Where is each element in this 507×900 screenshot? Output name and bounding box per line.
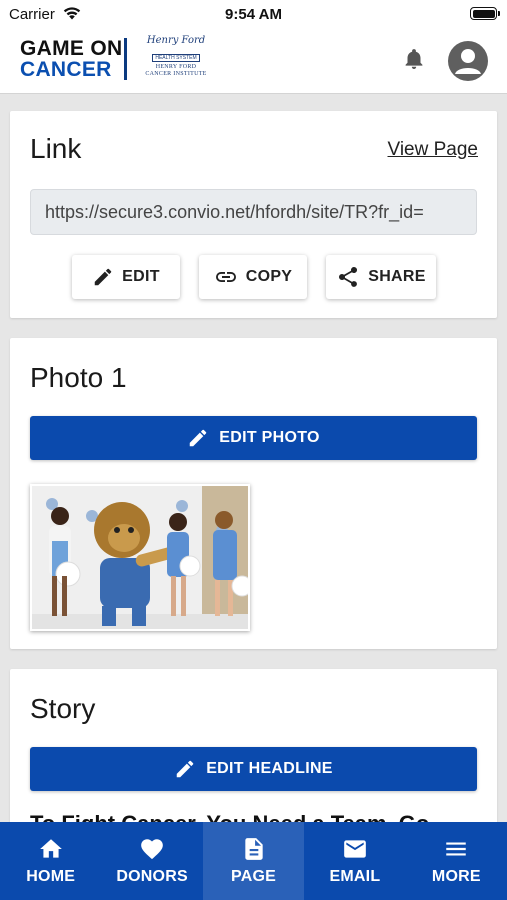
bell-icon[interactable]	[402, 47, 426, 71]
edit-photo-button[interactable]: EDIT PHOTO	[30, 416, 477, 460]
view-page-link[interactable]: View Page	[388, 139, 479, 161]
clock: 9:54 AM	[225, 6, 282, 23]
edit-photo-label: EDIT PHOTO	[219, 429, 320, 446]
pencil-icon	[176, 760, 194, 778]
user-icon	[455, 49, 481, 74]
link-card: Link View Page https://secure3.convio.ne…	[10, 111, 497, 318]
share-link-button[interactable]: SHARE	[326, 255, 436, 299]
email-icon	[344, 840, 366, 858]
logo-line-2: CANCER	[20, 58, 112, 81]
photo-card: Photo 1 EDIT PHOTO	[10, 338, 497, 649]
edit-link-button[interactable]: EDIT	[72, 255, 180, 299]
link-icon	[215, 272, 236, 282]
heart-icon	[141, 839, 163, 860]
pencil-icon	[190, 429, 207, 447]
edit-headline-button[interactable]: EDIT HEADLINE	[30, 747, 477, 791]
nav-home-label: HOME	[26, 868, 76, 885]
nav-home[interactable]: HOME	[0, 822, 101, 900]
menu-icon	[446, 842, 467, 856]
hf-script: Henry Ford	[146, 35, 206, 46]
avatar[interactable]	[448, 41, 488, 81]
battery-icon	[470, 7, 500, 20]
copy-link-button[interactable]: COPY	[199, 255, 307, 299]
link-card-title: Link	[30, 133, 82, 164]
nav-email[interactable]: EMAIL	[304, 822, 405, 900]
status-bar: Carrier 9:54 AM	[0, 0, 507, 30]
share-label: SHARE	[368, 268, 426, 285]
bottom-nav: HOME DONORS PAGE EMAIL MORE	[0, 822, 507, 900]
photo-image	[32, 486, 248, 629]
game-on-cancer-logo[interactable]: GAME ON CANCER	[20, 38, 122, 80]
story-card-title: Story	[30, 693, 96, 724]
edit-label: EDIT	[122, 268, 160, 285]
edit-headline-label: EDIT HEADLINE	[206, 760, 333, 777]
logo-line-1: GAME ON	[20, 37, 123, 60]
page-url-field[interactable]: https://secure3.convio.net/hfordh/site/T…	[30, 189, 477, 235]
pencil-icon	[94, 268, 112, 286]
nav-donors[interactable]: DONORS	[101, 822, 202, 900]
nav-page-label: PAGE	[231, 868, 276, 885]
nav-more[interactable]: MORE	[406, 822, 507, 900]
nav-donors-label: DONORS	[116, 868, 188, 885]
page-icon	[244, 838, 263, 860]
hf-sub-2: CANCER INSTITUTE	[145, 71, 207, 77]
photo-card-title: Photo 1	[30, 362, 127, 393]
logo-divider	[124, 38, 127, 80]
hf-sub-1: HENRY FORD	[155, 64, 197, 70]
home-icon	[39, 839, 62, 858]
nav-email-label: EMAIL	[329, 868, 381, 885]
share-icon	[339, 266, 358, 287]
hf-box: HEALTH SYSTEM	[152, 54, 200, 62]
copy-label: COPY	[245, 268, 293, 285]
page-photo[interactable]	[30, 484, 250, 631]
nav-more-label: MORE	[431, 868, 481, 885]
nav-page[interactable]: PAGE	[202, 822, 305, 900]
henry-ford-logo: Henry Ford HEALTH SYSTEM HENRY FORD CANC…	[136, 36, 216, 78]
